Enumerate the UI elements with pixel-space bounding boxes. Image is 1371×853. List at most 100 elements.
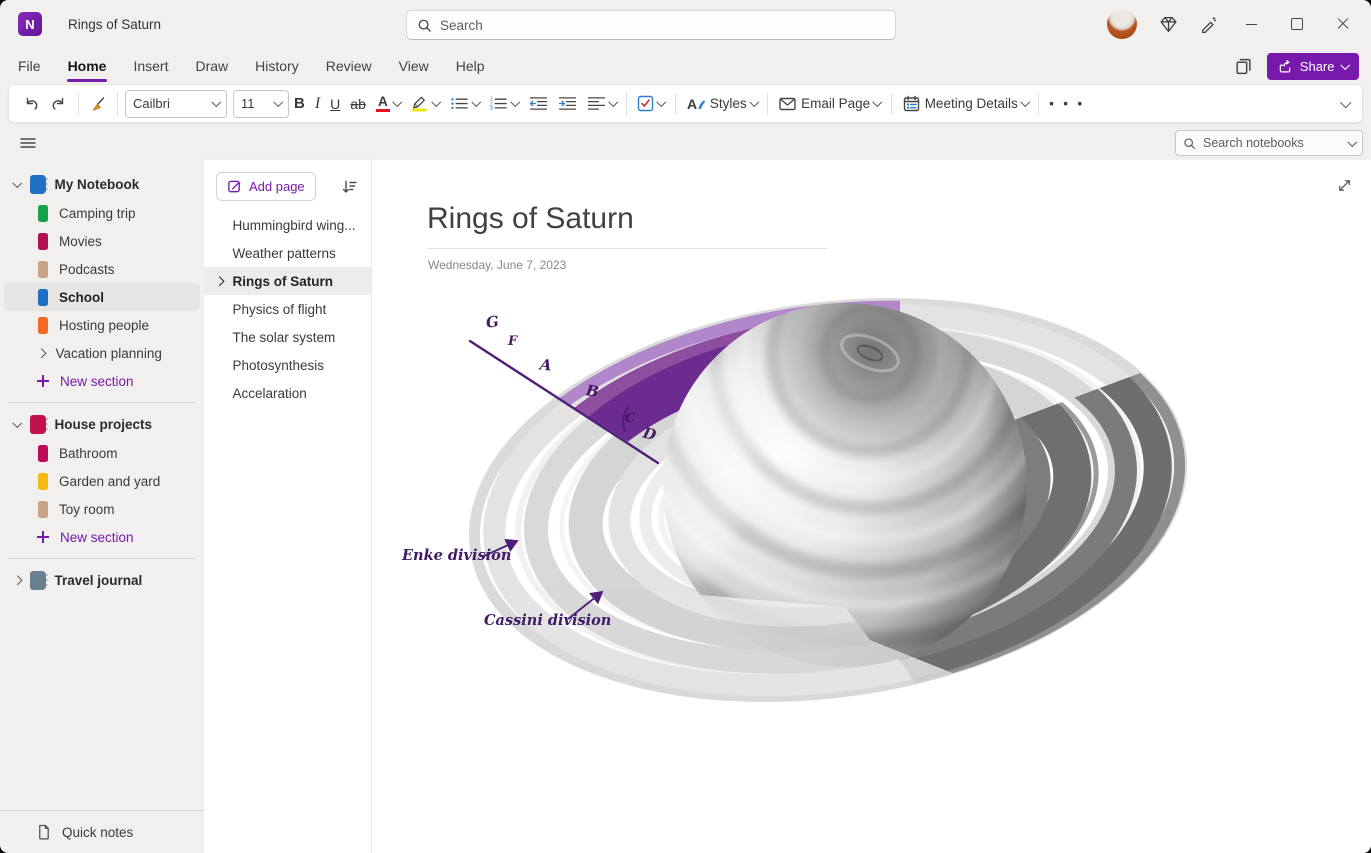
decrease-indent-button[interactable] <box>524 90 553 118</box>
sidebar-section-bathroom[interactable]: Bathroom <box>4 439 200 467</box>
menu-view[interactable]: View <box>399 48 429 84</box>
meeting-details-button[interactable]: Meeting Details <box>897 90 1034 118</box>
email-icon <box>778 95 797 112</box>
sidebar-group-vacation-planning[interactable]: Vacation planning <box>4 339 200 367</box>
page-title[interactable]: Rings of Saturn <box>427 202 634 236</box>
bullet-list-icon <box>450 96 469 111</box>
alignment-button[interactable] <box>582 90 622 118</box>
chevron-down-icon <box>1340 97 1351 108</box>
page-item-rings-of-saturn[interactable]: Rings of Saturn <box>204 267 371 295</box>
bold-button[interactable]: B <box>289 90 310 118</box>
notebook-sidebar: My NotebookCamping tripMoviesPodcastsSch… <box>0 160 204 853</box>
search-icon <box>417 18 432 33</box>
enke-division-label: Enke division <box>402 547 511 564</box>
close-button[interactable] <box>1323 7 1363 41</box>
increase-indent-button[interactable] <box>553 90 582 118</box>
notebook-icon <box>30 571 46 590</box>
page-item-weather-patterns[interactable]: Weather patterns <box>204 239 371 267</box>
font-name-select[interactable]: Cailbri <box>125 90 227 118</box>
nav-strip: Search notebooks <box>0 126 1371 160</box>
sidebar-section-school[interactable]: School <box>4 283 200 311</box>
feedback-pen-icon[interactable] <box>1191 7 1225 41</box>
menu-home[interactable]: Home <box>68 48 107 84</box>
page-canvas[interactable]: Rings of Saturn Wednesday, June 7, 2023 <box>372 160 1371 853</box>
sidebar-section-movies[interactable]: Movies <box>4 227 200 255</box>
saturn-drawing: G F A B C D Enke division Cassini divisi… <box>400 295 1210 725</box>
sidebar-section-garden-and-yard[interactable]: Garden and yard <box>4 467 200 495</box>
underline-button[interactable]: U <box>325 90 345 118</box>
notebook-my-notebook[interactable]: My Notebook <box>4 170 200 199</box>
section-tab-icon <box>38 233 48 250</box>
search-input[interactable]: Search <box>406 10 896 40</box>
menu-insert[interactable]: Insert <box>133 48 168 84</box>
notebook-house-projects[interactable]: House projects <box>4 410 200 439</box>
numbered-list-button[interactable]: 123 <box>484 90 524 118</box>
sidebar-divider <box>8 558 196 559</box>
more-commands-button[interactable]: • • • <box>1044 90 1090 118</box>
new-section-button[interactable]: New section <box>4 523 200 551</box>
menu-history[interactable]: History <box>255 48 299 84</box>
styles-button[interactable]: A Styles <box>681 90 762 118</box>
strikethrough-button[interactable]: ab <box>345 90 371 118</box>
minimize-button[interactable] <box>1231 7 1271 41</box>
chevron-down-icon <box>749 97 758 106</box>
font-color-button[interactable]: A <box>371 90 406 118</box>
sidebar-section-hosting-people[interactable]: Hosting people <box>4 311 200 339</box>
menu-draw[interactable]: Draw <box>195 48 228 84</box>
format-painter-icon[interactable] <box>84 90 112 118</box>
chevron-down-icon <box>13 178 22 187</box>
sidebar-section-podcasts[interactable]: Podcasts <box>4 255 200 283</box>
email-page-button[interactable]: Email Page <box>773 90 886 118</box>
add-page-button[interactable]: Add page <box>216 172 316 201</box>
svg-text:3: 3 <box>490 106 493 111</box>
expand-canvas-button[interactable] <box>1331 172 1357 198</box>
plus-icon <box>37 531 49 543</box>
highlighter-button[interactable] <box>405 90 445 118</box>
bullet-list-button[interactable] <box>445 90 485 118</box>
onenote-app-icon: N <box>18 12 42 36</box>
font-size-select[interactable]: 11 <box>233 90 289 118</box>
page-item-photosynthesis[interactable]: Photosynthesis <box>204 351 371 379</box>
page-item-the-solar-system[interactable]: The solar system <box>204 323 371 351</box>
chevron-down-icon <box>1020 97 1029 106</box>
todo-tag-button[interactable] <box>632 90 670 118</box>
redo-button[interactable] <box>45 90 73 118</box>
highlighter-icon <box>410 95 429 112</box>
page-item-physics-of-flight[interactable]: Physics of flight <box>204 295 371 323</box>
chevron-down-icon <box>432 97 441 106</box>
ribbon-area: Cailbri 11 B I U ab A <box>0 84 1371 126</box>
font-size-value: 11 <box>241 96 255 111</box>
new-section-button[interactable]: New section <box>4 367 200 395</box>
numbered-list-icon: 123 <box>489 96 508 111</box>
page-date[interactable]: Wednesday, June 7, 2023 <box>428 258 566 272</box>
page-item-accelaration[interactable]: Accelaration <box>204 379 371 407</box>
search-notebooks-input[interactable]: Search notebooks <box>1175 130 1363 156</box>
quick-notes-button[interactable]: Quick notes <box>0 810 204 853</box>
account-avatar[interactable] <box>1107 9 1137 39</box>
maximize-button[interactable] <box>1277 7 1317 41</box>
italic-button[interactable]: I <box>310 90 325 118</box>
share-icon <box>1278 59 1293 74</box>
share-button[interactable]: Share <box>1267 53 1359 80</box>
menu-help[interactable]: Help <box>456 48 485 84</box>
undo-button[interactable] <box>17 90 45 118</box>
notebook-travel-journal[interactable]: Travel journal <box>4 566 200 595</box>
sort-pages-icon[interactable] <box>341 179 357 195</box>
ribbon-collapse-button[interactable] <box>1337 90 1355 118</box>
menu-file[interactable]: File <box>18 48 41 84</box>
page-icon <box>36 824 51 840</box>
search-placeholder: Search <box>440 18 483 33</box>
sidebar-section-toy-room[interactable]: Toy room <box>4 495 200 523</box>
page-item-hummingbird-wing[interactable]: Hummingbird wing... <box>204 211 371 239</box>
navigation-menu-button[interactable] <box>13 130 43 156</box>
divider <box>1038 93 1039 115</box>
title-bar: N Rings of Saturn Search <box>0 0 1371 48</box>
pages-copy-icon[interactable] <box>1234 57 1253 76</box>
menu-review[interactable]: Review <box>326 48 372 84</box>
premium-diamond-icon[interactable] <box>1151 7 1185 41</box>
sidebar-notebook-list: My NotebookCamping tripMoviesPodcastsSch… <box>0 170 204 595</box>
section-tab-icon <box>38 473 48 490</box>
ring-label-b: B <box>585 381 600 401</box>
chevron-down-icon <box>13 418 22 427</box>
sidebar-section-camping-trip[interactable]: Camping trip <box>4 199 200 227</box>
